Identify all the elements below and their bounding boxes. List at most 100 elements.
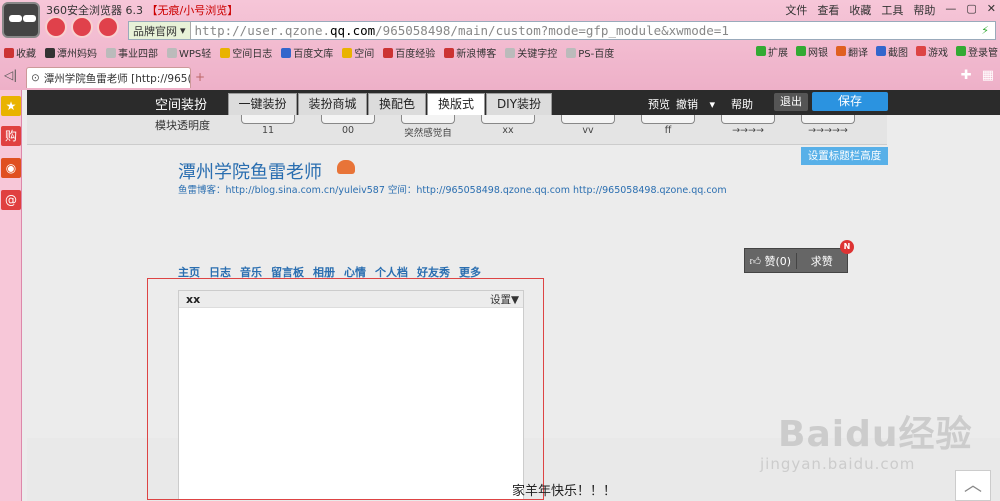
bookmark-icon [167,47,177,58]
browser-logo[interactable] [2,2,40,38]
user-badge-icon-2[interactable] [71,16,93,38]
favorite-item[interactable]: 收藏 [4,45,36,60]
favorite-item[interactable]: 百度文库 [281,45,333,60]
toolbar-item-label: 登录管 [968,48,998,59]
favorite-item[interactable]: 关键字控 [505,45,557,60]
undo-button[interactable]: 撤销 ▾ [676,96,715,112]
favorite-item[interactable]: 新浪博客 [444,45,496,60]
module-slot[interactable] [481,115,535,124]
set-title-height-button[interactable]: 设置标题栏高度 [801,147,888,165]
favorite-label: 百度文库 [293,49,334,60]
bookmark-icon [45,47,55,58]
address-select[interactable]: 品牌官网 ▾ [129,22,191,39]
url-suffix: /965058498/main/custom?mode=gfp_module&x… [375,23,729,38]
email-icon[interactable]: @ [1,190,21,210]
module-slot[interactable] [321,115,375,124]
module-slot[interactable] [641,115,695,124]
browser-tab[interactable]: ⊙ 潭州学院鱼雷老师 [http://965( × [26,67,191,88]
menu-file[interactable]: 文件 [785,2,807,18]
favorite-item[interactable]: 空间日志 [220,45,272,60]
module-slot-label: 11 [261,125,275,136]
add-icon[interactable]: ✚ [961,68,972,83]
favorite-label: 百度经验 [395,49,436,60]
module-slot[interactable] [241,115,295,124]
module-slot[interactable] [721,115,775,124]
like-label: 赞(0) [764,254,792,268]
toolbar-item-label: 翻译 [848,48,868,59]
undo-label: 撤销 [676,98,698,111]
toolbar-item-label: 扩展 [768,48,788,59]
minimize-button[interactable]: — [945,2,956,18]
page-subtitle[interactable]: 鱼雷博客：http://blog.sina.com.cn/yuleiv587 空… [178,182,727,196]
tab-layout[interactable]: 换版式 [427,93,485,115]
address-select-label: 品牌官网 [133,24,177,38]
user-badge-icon-3[interactable] [97,16,119,38]
grid-icon[interactable]: ▦ [982,68,994,83]
favorite-item[interactable]: 百度经验 [383,45,435,60]
menu-favorites[interactable]: 收藏 [849,2,871,18]
toolbar-item[interactable]: 游戏 [916,44,948,59]
module-slot-label: →→→→→ [808,125,848,136]
favorite-item[interactable]: WPS轻 [167,45,211,60]
toolbar-item[interactable]: 翻译 [836,44,868,59]
toolbar-item[interactable]: 登录管 [956,44,998,59]
maximize-button[interactable]: ▢ [966,2,976,18]
menu-view[interactable]: 查看 [817,2,839,18]
module-slot-label: 00 [341,125,355,136]
close-button[interactable]: ✕ [987,2,996,18]
favorites-bar-right: 扩展 网银 翻译 截图 游戏 登录管 [756,44,998,59]
toolbar-icon [876,46,886,56]
back-tab-icon[interactable]: ◁| [4,68,17,82]
url-input[interactable]: http://user.qzone.qq.com/965058498/main/… [191,23,729,38]
back-to-top-button[interactable]: ︿ [955,470,991,501]
logo-eye-left [9,15,22,22]
new-tab-button[interactable]: + [195,70,205,84]
toolbar-icon [956,46,966,56]
bookmark-icon [281,47,292,58]
shopping-icon[interactable]: 购 [1,126,21,146]
help-button[interactable]: 帮助 [731,96,753,112]
like-box: 👍︎ 赞(0) 求赞 [744,248,848,273]
favorite-label: 关键字控 [517,49,558,60]
browser-mode: 【无痕/小号浏览】 [146,4,239,17]
toolbar-item[interactable]: 网银 [796,44,828,59]
module-slot[interactable] [561,115,615,124]
tab-mall[interactable]: 装扮商城 [298,93,367,115]
ask-like-button[interactable]: 求赞 [797,253,848,269]
bookmark-icon [383,47,394,58]
favorite-item[interactable]: PS-百度 [566,45,614,60]
address-bar[interactable]: 品牌官网 ▾ http://user.qzone.qq.com/96505849… [128,21,996,40]
toolbar-item[interactable]: 截图 [876,44,908,59]
weibo-icon[interactable]: ◉ [1,158,21,178]
preview-button[interactable]: 预览 [648,96,670,112]
bookmark-icon [220,47,231,58]
browser-menu: 文件 查看 收藏 工具 帮助 — ▢ ✕ [785,2,996,18]
favorite-label: WPS轻 [179,49,212,60]
user-badge-icon-1[interactable] [45,16,67,38]
exit-button[interactable]: 退出 [774,93,808,111]
star-icon[interactable]: ★ [1,96,21,116]
favorite-label: 空间日志 [232,49,273,60]
save-button[interactable]: 保存 [812,92,888,111]
tab-diy[interactable]: DIY装扮 [486,93,552,115]
bookmark-icon [342,47,353,58]
toolbar-icon [756,46,766,56]
tab-color[interactable]: 换配色 [368,93,426,115]
favorite-item[interactable]: 空间 [342,45,374,60]
toolbar-icon [836,46,846,56]
menu-tools[interactable]: 工具 [881,2,903,18]
module-slot[interactable] [801,115,855,124]
tab-one-click[interactable]: 一键装扮 [228,93,297,115]
go-icon[interactable]: ⚡ [981,24,995,37]
like-button[interactable]: 👍︎ 赞(0) [745,252,797,269]
module-slot[interactable] [401,115,455,124]
browser-title: 360安全浏览器 6.3 【无痕/小号浏览】 [46,2,238,18]
toolbar-item[interactable]: 扩展 [756,44,788,59]
toolbar-item-label: 截图 [888,48,908,59]
favorite-label: 事业四部 [118,49,158,60]
favorite-item[interactable]: 事业四部 [106,45,158,60]
favorite-label: 新浪博客 [456,49,497,60]
favorite-item[interactable]: 潭州妈妈 [45,45,97,60]
menu-help[interactable]: 帮助 [913,2,935,18]
left-sidebar [0,90,22,501]
